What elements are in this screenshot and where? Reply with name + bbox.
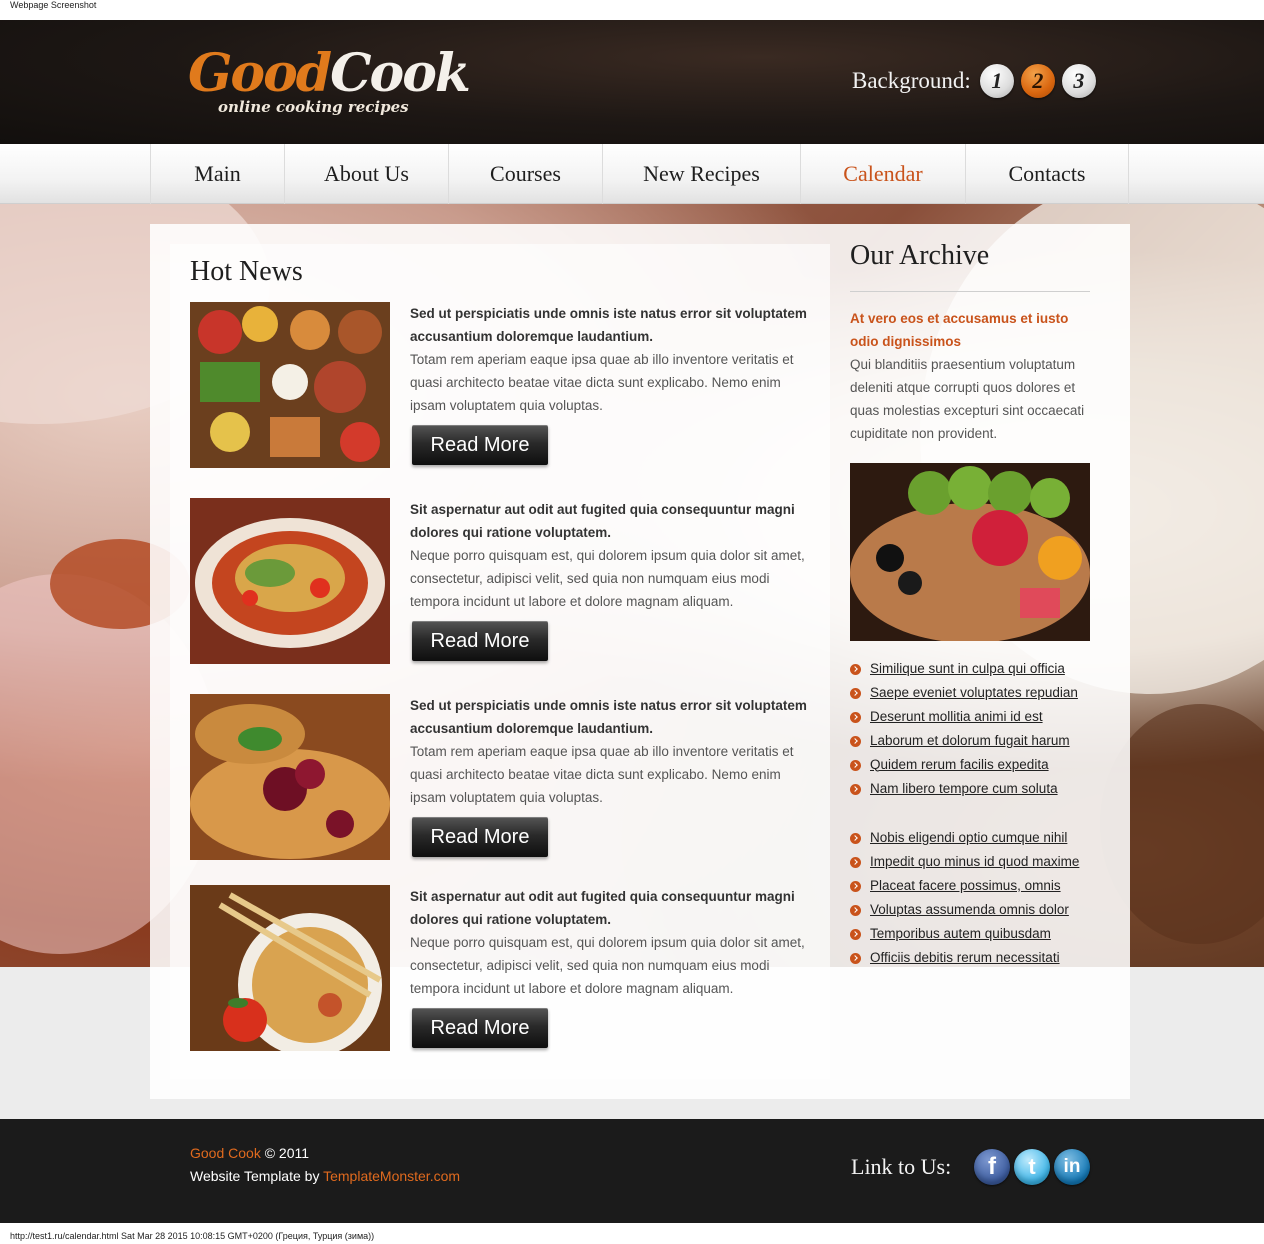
archive-link-item: Officiis debitis rerum necessitati [850, 945, 1079, 969]
logo-tagline: online cooking recipes [218, 98, 409, 116]
papaya-salad-photo-icon[interactable] [190, 498, 390, 664]
archive-link[interactable]: Impedit quo minus id quod maxime [870, 854, 1079, 869]
nav-item-courses[interactable]: Courses [449, 144, 603, 204]
footer-credit-prefix: Website Template by [190, 1168, 320, 1184]
news-text: Sed ut perspiciatis unde omnis iste natu… [410, 694, 810, 809]
news-body: Neque porro quisquam est, qui dolorem ip… [410, 935, 805, 996]
footer-credit: Website Template by TemplateMonster.com [190, 1168, 460, 1184]
background-switcher: Background: 1 2 3 [852, 64, 1103, 98]
facebook-icon[interactable]: f [974, 1149, 1010, 1185]
status-url: http://test1.ru/calendar.html Sat Mar 28… [10, 1231, 375, 1241]
archive-divider [850, 291, 1090, 292]
footer-brand[interactable]: Good Cook [190, 1145, 261, 1161]
chevron-right-icon [850, 928, 861, 940]
nav-item-new-recipes[interactable]: New Recipes [603, 144, 801, 204]
archive-link[interactable]: Laborum et dolorum fugait harum [870, 733, 1070, 748]
news-headline: Sit aspernatur aut odit aut fugited quia… [410, 502, 795, 540]
nav-item-about-us[interactable]: About Us [285, 144, 449, 204]
nav-item-calendar[interactable]: Calendar [801, 144, 966, 204]
linkedin-icon[interactable]: in [1054, 1149, 1090, 1185]
chevron-right-icon [850, 687, 861, 699]
archive-link[interactable]: Officiis debitis rerum necessitati [870, 950, 1060, 965]
twitter-icon[interactable]: t [1014, 1149, 1050, 1185]
food-spread-photo-icon[interactable] [190, 302, 390, 468]
read-more-button[interactable]: Read More [412, 621, 548, 661]
archive-link-item: Deserunt mollitia animi id est [850, 704, 1078, 728]
archive-links-group-1: Similique sunt in culpa qui officia Saep… [850, 656, 1078, 800]
archive-link-item: Placeat facere possimus, omnis [850, 873, 1079, 897]
noodles-chopsticks-photo-icon[interactable] [190, 885, 390, 1051]
archive-link-item: Temporibus autem quibusdam [850, 921, 1079, 945]
chevron-right-icon [850, 735, 861, 747]
archive-title: Our Archive [850, 240, 990, 271]
news-headline: Sed ut perspiciatis unde omnis iste natu… [410, 306, 807, 344]
archive-link[interactable]: Saepe eveniet voluptates repudian [870, 685, 1078, 700]
archive-link[interactable]: Deserunt mollitia animi id est [870, 709, 1043, 724]
nav-list: Main About Us Courses New Recipes Calend… [150, 144, 1129, 204]
nav-item-main[interactable]: Main [151, 144, 285, 204]
archive-link-item: Impedit quo minus id quod maxime [850, 849, 1079, 873]
news-body: Totam rem aperiam eaque ipsa quae ab ill… [410, 744, 794, 805]
footer-year: © 2011 [264, 1145, 310, 1161]
capture-title: Webpage Screenshot [10, 0, 97, 10]
hot-news-title: Hot News [190, 256, 303, 287]
news-text: Sit aspernatur aut odit aut fugited quia… [410, 885, 810, 1000]
background-label: Background: [852, 68, 971, 93]
chevron-right-icon [850, 759, 861, 771]
archive-link[interactable]: Quidem rerum facilis expedita [870, 757, 1049, 772]
archive-link-item: Voluptas assumenda omnis dolor [850, 897, 1079, 921]
archive-link[interactable]: Nam libero tempore cum soluta [870, 781, 1058, 796]
news-headline: Sed ut perspiciatis unde omnis iste natu… [410, 698, 807, 736]
archive-link[interactable]: Voluptas assumenda omnis dolor [870, 902, 1069, 917]
read-more-button[interactable]: Read More [412, 425, 548, 465]
archive-links-group-2: Nobis eligendi optio cumque nihil Impedi… [850, 825, 1079, 969]
chevron-right-icon [850, 856, 861, 868]
logo-cook: Cook [330, 43, 471, 104]
templatemonster-link[interactable]: TemplateMonster.com [323, 1168, 460, 1184]
chevron-right-icon [850, 832, 861, 844]
news-body: Totam rem aperiam eaque ipsa quae ab ill… [410, 352, 794, 413]
chevron-right-icon [850, 711, 861, 723]
news-text: Sit aspernatur aut odit aut fugited quia… [410, 498, 810, 613]
archive-link-item: Quidem rerum facilis expedita [850, 752, 1078, 776]
site-header: GoodCook online cooking recipes Backgrou… [0, 20, 1264, 144]
chevron-right-icon [850, 880, 861, 892]
archive-link[interactable]: Placeat facere possimus, omnis [870, 878, 1061, 893]
archive-link[interactable]: Nobis eligendi optio cumque nihil [870, 830, 1067, 845]
archive-body: Qui blanditiis praesentium voluptatum de… [850, 357, 1085, 441]
chevron-right-icon [850, 663, 861, 675]
chevron-right-icon [850, 904, 861, 916]
background-option-1[interactable]: 1 [979, 64, 1014, 98]
site-logo[interactable]: GoodCook online cooking recipes [188, 43, 471, 117]
read-more-button[interactable]: Read More [412, 1008, 548, 1048]
news-text: Sed ut perspiciatis unde omnis iste natu… [410, 302, 810, 417]
fruit-salad-photo-icon[interactable] [850, 463, 1090, 641]
archive-link-item: Nobis eligendi optio cumque nihil [850, 825, 1079, 849]
main-nav: Main About Us Courses New Recipes Calend… [0, 144, 1264, 204]
background-option-3[interactable]: 3 [1061, 64, 1096, 98]
background-option-2[interactable]: 2 [1020, 64, 1055, 98]
archive-link-item: Laborum et dolorum fugait harum [850, 728, 1078, 752]
chevron-right-icon [850, 783, 861, 795]
logo-good: Good [188, 43, 332, 104]
archive-link-item: Nam libero tempore cum soluta [850, 776, 1078, 800]
archive-link-item: Saepe eveniet voluptates repudian [850, 680, 1078, 704]
archive-link[interactable]: Temporibus autem quibusdam [870, 926, 1051, 941]
archive-link[interactable]: Similique sunt in culpa qui officia [870, 661, 1065, 676]
link-to-us-label: Link to Us: [851, 1154, 952, 1179]
news-body: Neque porro quisquam est, qui dolorem ip… [410, 548, 805, 609]
footer-copyright: Good Cook © 2011 [190, 1145, 309, 1161]
site-footer: Good Cook © 2011 Website Template by Tem… [0, 1119, 1264, 1223]
archive-headline: At vero eos et accusamus et iusto odio d… [850, 311, 1069, 349]
berry-pancakes-photo-icon[interactable] [190, 694, 390, 860]
archive-link-item: Similique sunt in culpa qui officia [850, 656, 1078, 680]
nav-item-contacts[interactable]: Contacts [966, 144, 1129, 204]
news-headline: Sit aspernatur aut odit aut fugited quia… [410, 889, 795, 927]
read-more-button[interactable]: Read More [412, 817, 548, 857]
chevron-right-icon [850, 952, 861, 964]
